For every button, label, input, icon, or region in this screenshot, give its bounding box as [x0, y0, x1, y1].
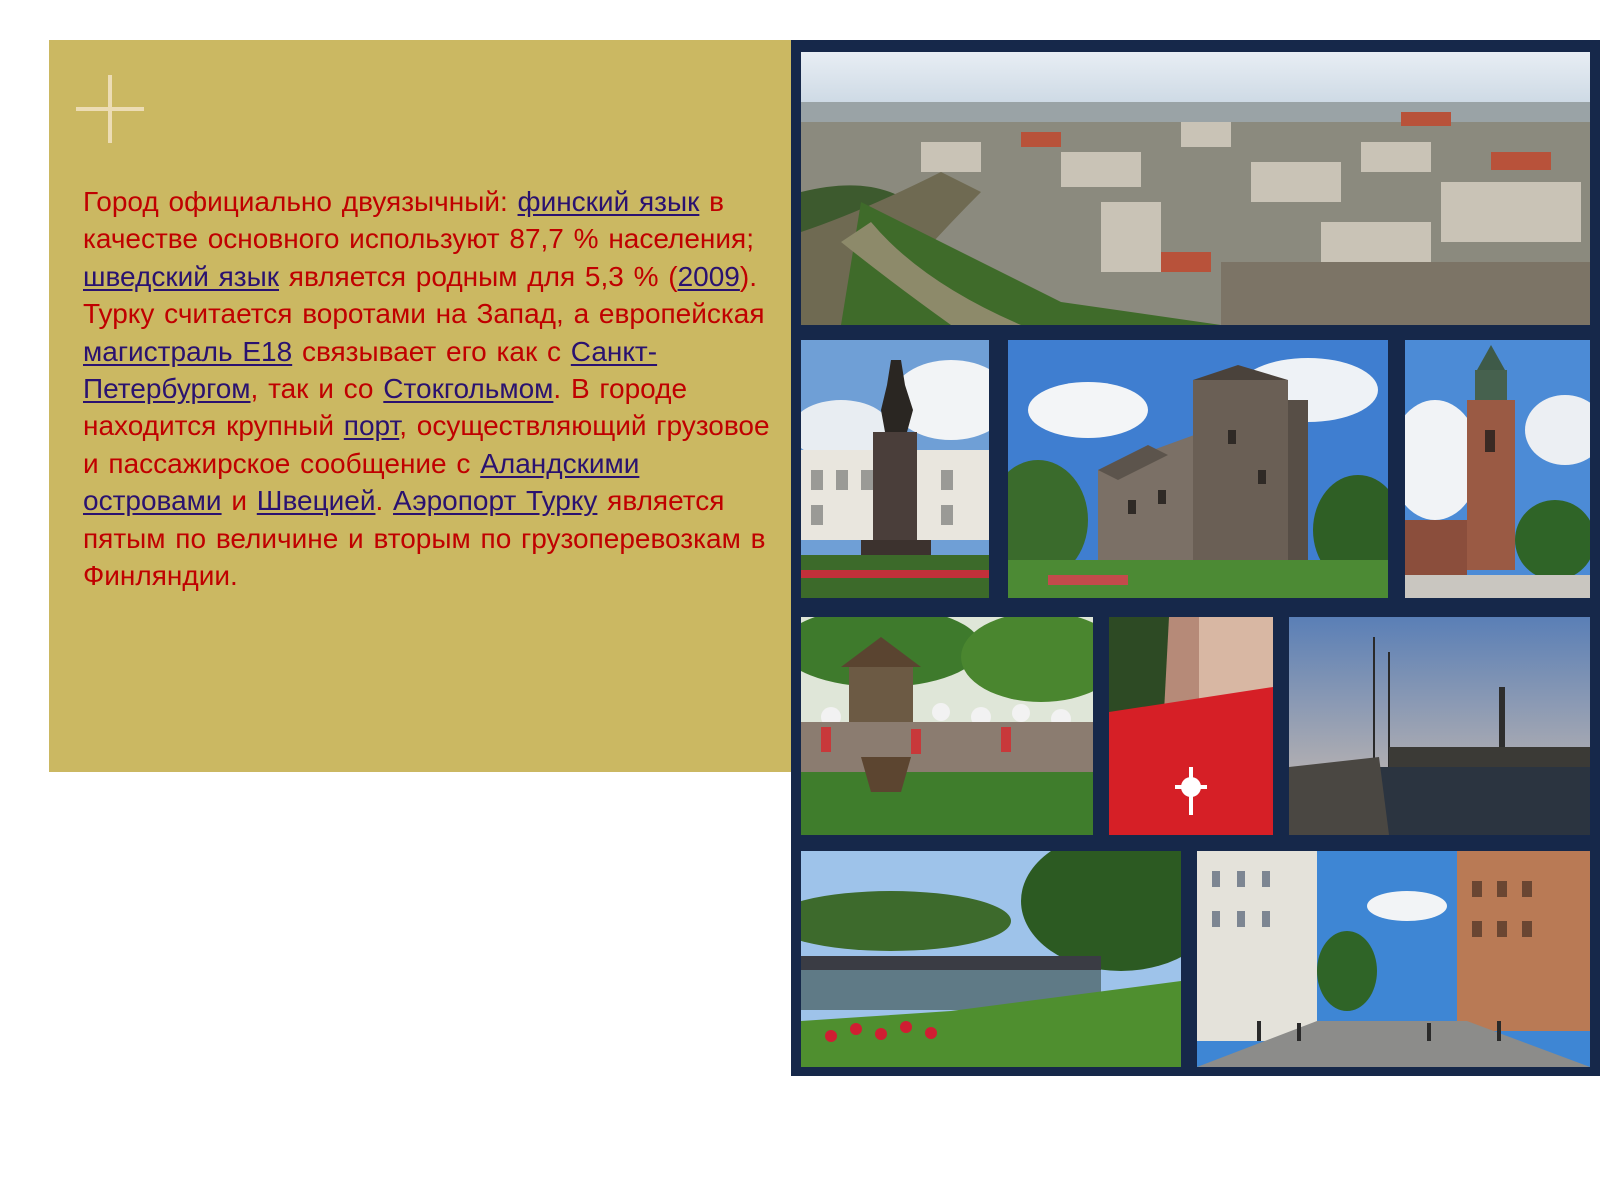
text-segment: Город официально двуязычный: — [83, 186, 518, 217]
text-segment: является родным для 5,3 % ( — [279, 260, 678, 292]
photo-collage — [791, 40, 1600, 1076]
photo-city-panorama — [801, 52, 1590, 325]
body-paragraph: Город официально двуязычный: финский язы… — [83, 183, 773, 594]
photo-turku-castle — [1008, 340, 1388, 598]
photo-statue — [801, 340, 989, 598]
text-segment: . — [375, 485, 394, 517]
photo-river-harbor — [1289, 617, 1590, 835]
text-link[interactable]: магистраль E18 — [83, 336, 292, 367]
text-link[interactable]: порт — [344, 410, 399, 441]
text-segment: и — [221, 485, 257, 517]
text-link[interactable]: финский язык — [518, 186, 700, 217]
text-link[interactable]: Аэропорт Турку — [393, 485, 597, 516]
photo-street — [1197, 851, 1590, 1067]
photo-cathedral-tower — [1405, 340, 1590, 598]
slide: Город официально двуязычный: финский язы… — [0, 0, 1600, 1200]
photo-red-flag — [1109, 617, 1273, 835]
text-link[interactable]: Швецией — [257, 485, 376, 516]
text-link[interactable]: шведский язык — [83, 261, 279, 292]
plus-icon — [76, 75, 144, 143]
text-segment: связывает его как с — [292, 335, 571, 367]
photo-riverside-park — [801, 851, 1181, 1067]
text-link[interactable]: Стокгольмом — [383, 373, 553, 404]
photo-market-square — [801, 617, 1093, 835]
text-link[interactable]: 2009 — [678, 261, 740, 292]
text-segment: , так и со — [250, 373, 384, 405]
